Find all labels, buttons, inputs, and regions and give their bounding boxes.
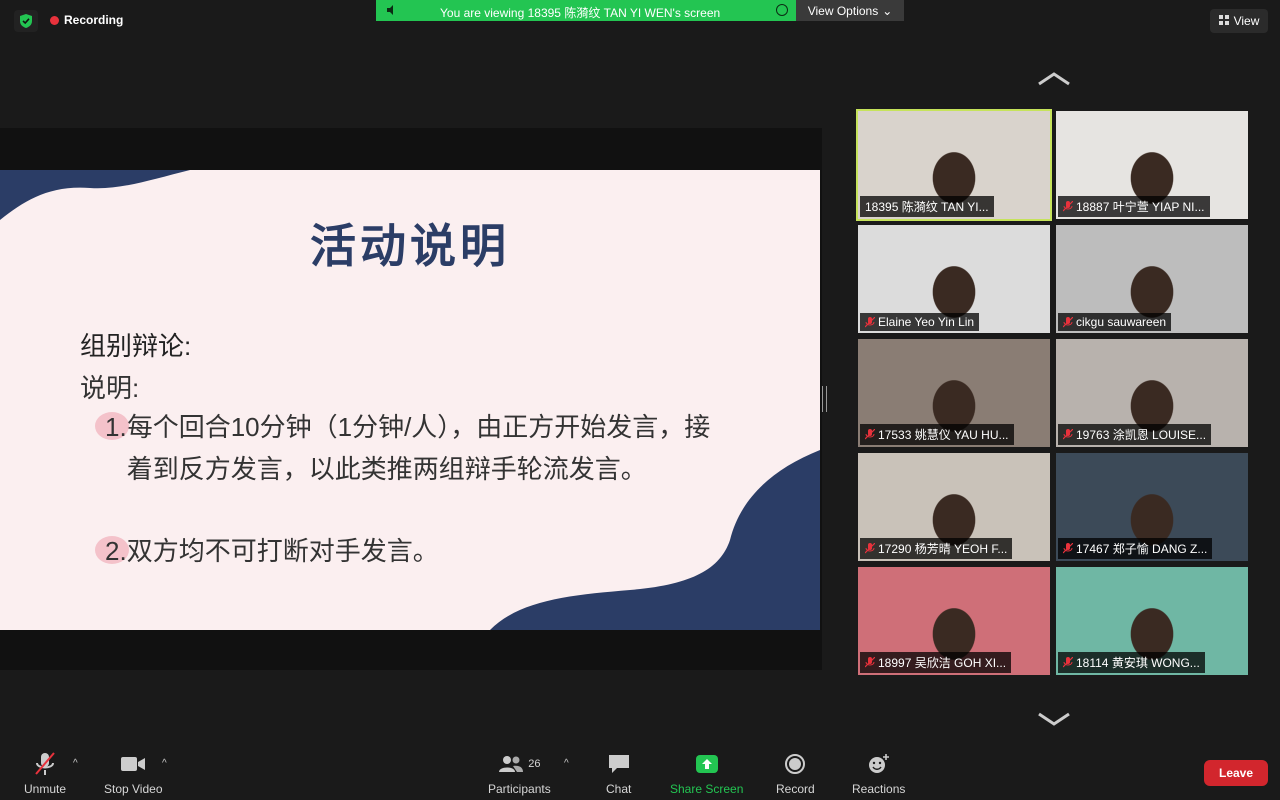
annotate-circle-icon[interactable] bbox=[776, 4, 788, 16]
list-text: 双方均不可打断对手发言。 bbox=[126, 536, 439, 566]
participant-name-label: 17290 杨芳晴 YEOH F... bbox=[860, 538, 1013, 559]
video-camera-icon bbox=[120, 750, 146, 778]
shared-screen: 活动说明 组别辩论: 说明: 1.每个回合10分钟（1分钟/人），由正方开始发言… bbox=[0, 128, 822, 670]
muted-microphone-icon bbox=[865, 429, 875, 440]
slide-title: 活动说明 bbox=[310, 219, 510, 273]
participant-video-tile[interactable]: 17290 杨芳晴 YEOH F... bbox=[858, 453, 1050, 561]
share-screen-label: Share Screen bbox=[670, 782, 744, 796]
participant-name: 17290 杨芳晴 YEOH F... bbox=[878, 542, 1008, 556]
muted-microphone-icon bbox=[1063, 543, 1073, 554]
view-options-label: View Options bbox=[807, 3, 879, 18]
participant-name: 18997 吴欣洁 GOH XI... bbox=[878, 656, 1007, 670]
muted-microphone-icon bbox=[1063, 429, 1073, 440]
participant-name: cikgu sauwareen bbox=[1076, 315, 1167, 329]
participant-name: 19763 涂凯恩 LOUISE... bbox=[1076, 428, 1207, 442]
participant-video-tile[interactable]: 18114 黄安琪 WONG... bbox=[1056, 567, 1248, 675]
participant-video-tile[interactable]: 17533 姚慧仪 YAU HU... bbox=[858, 339, 1050, 447]
chat-label: Chat bbox=[606, 782, 632, 796]
share-screen-icon bbox=[695, 750, 719, 778]
participant-name: Elaine Yeo Yin Lin bbox=[878, 315, 975, 329]
participant-name-label: Elaine Yeo Yin Lin bbox=[860, 313, 980, 331]
grid-view-icon bbox=[1218, 14, 1229, 28]
recording-dot-icon bbox=[50, 15, 59, 25]
participant-name: 18395 陈漪纹 TAN YI... bbox=[865, 200, 989, 214]
participant-video-tile[interactable]: 18887 叶宁萱 YIAP NI... bbox=[1056, 111, 1248, 219]
chevron-down-icon: ⌄ bbox=[882, 3, 893, 18]
top-bar: Recording You are viewing 18395 陈漪纹 TAN … bbox=[0, 0, 1280, 42]
participant-name-label: 17467 郑子愉 DANG Z... bbox=[1058, 538, 1213, 559]
participant-video-tile[interactable]: 19763 涂凯恩 LOUISE... bbox=[1056, 339, 1248, 447]
participant-video-tile[interactable]: Elaine Yeo Yin Lin bbox=[858, 225, 1050, 333]
participants-icon bbox=[499, 756, 524, 772]
participant-name-label: 18395 陈漪纹 TAN YI... bbox=[860, 196, 994, 217]
slide-list-item: 1.每个回合10分钟（1分钟/人），由正方开始发言，接着到反方发言，以此类推两组… bbox=[95, 406, 727, 490]
muted-microphone-icon bbox=[865, 316, 875, 327]
participants-options-caret-icon[interactable]: ^ bbox=[564, 758, 569, 769]
participant-name-label: 18114 黄安琪 WONG... bbox=[1058, 652, 1205, 673]
chat-button[interactable]: Chat bbox=[606, 750, 631, 796]
view-options-button[interactable]: View Options ⌄ bbox=[796, 0, 904, 21]
participants-button[interactable]: 26 Participants bbox=[488, 750, 551, 796]
list-number: 2. bbox=[105, 536, 127, 566]
leave-button[interactable]: Leave bbox=[1204, 760, 1268, 786]
muted-microphone-icon bbox=[865, 543, 875, 554]
muted-microphone-icon bbox=[33, 750, 57, 778]
participant-name-label: 18997 吴欣洁 GOH XI... bbox=[860, 652, 1012, 673]
slide-list-item: 2.双方均不可打断对手发言。 bbox=[95, 530, 727, 572]
record-icon bbox=[784, 750, 806, 778]
list-text: 每个回合10分钟（1分钟/人），由正方开始发言，接着到反方发言，以此类推两组辩手… bbox=[126, 412, 711, 484]
reactions-button[interactable]: Reactions bbox=[852, 750, 905, 796]
scroll-down-chevron-icon[interactable] bbox=[1037, 712, 1071, 726]
participant-name-label: 17533 姚慧仪 YAU HU... bbox=[860, 424, 1014, 445]
participant-name: 18887 叶宁萱 YIAP NI... bbox=[1076, 200, 1205, 214]
smiley-plus-icon bbox=[867, 750, 891, 778]
scroll-up-chevron-icon[interactable] bbox=[1037, 72, 1071, 86]
participant-name-label: 19763 涂凯恩 LOUISE... bbox=[1058, 424, 1212, 445]
participant-name: 18114 黄安琪 WONG... bbox=[1076, 656, 1200, 670]
security-shield-icon[interactable] bbox=[14, 10, 38, 32]
stop-video-button[interactable]: Stop Video bbox=[104, 750, 163, 796]
record-label: Record bbox=[776, 782, 815, 796]
list-number: 1. bbox=[105, 412, 127, 442]
recording-indicator[interactable]: Recording bbox=[50, 13, 123, 27]
video-options-caret-icon[interactable]: ^ bbox=[162, 758, 167, 769]
meeting-toolbar: Unmute ^ Stop Video ^ 26 Participants ^ … bbox=[0, 746, 1280, 800]
share-screen-button[interactable]: Share Screen bbox=[670, 750, 743, 796]
participant-name: 17467 郑子愉 DANG Z... bbox=[1076, 542, 1208, 556]
participant-name: 17533 姚慧仪 YAU HU... bbox=[878, 428, 1009, 442]
reactions-label: Reactions bbox=[852, 782, 906, 796]
participant-name-label: 18887 叶宁萱 YIAP NI... bbox=[1058, 196, 1210, 217]
participant-video-tile[interactable]: 17467 郑子愉 DANG Z... bbox=[1056, 453, 1248, 561]
participant-count: 26 bbox=[528, 758, 541, 770]
view-label: View bbox=[1233, 14, 1260, 28]
unmute-label: Unmute bbox=[24, 782, 67, 796]
chat-bubble-icon bbox=[607, 750, 631, 778]
participant-video-tile[interactable]: cikgu sauwareen bbox=[1056, 225, 1248, 333]
viewing-banner-text: You are viewing 18395 陈漪纹 TAN YI WEN's s… bbox=[440, 6, 721, 20]
panel-resize-handle[interactable] bbox=[822, 386, 827, 412]
presentation-slide: 活动说明 组别辩论: 说明: 1.每个回合10分钟（1分钟/人），由正方开始发言… bbox=[0, 170, 820, 630]
participants-label: Participants bbox=[488, 782, 551, 796]
muted-microphone-icon bbox=[1063, 316, 1073, 327]
speaker-icon[interactable] bbox=[386, 4, 398, 19]
view-button[interactable]: View bbox=[1210, 9, 1268, 33]
participant-name-label: cikgu sauwareen bbox=[1058, 313, 1172, 331]
audio-options-caret-icon[interactable]: ^ bbox=[73, 758, 78, 769]
viewing-banner: You are viewing 18395 陈漪纹 TAN YI WEN's s… bbox=[376, 0, 796, 21]
record-button[interactable]: Record bbox=[776, 750, 815, 796]
participant-video-tile[interactable]: 18997 吴欣洁 GOH XI... bbox=[858, 567, 1050, 675]
participant-video-tile[interactable]: 18395 陈漪纹 TAN YI... bbox=[856, 109, 1052, 221]
slide-heading: 组别辩论: bbox=[80, 331, 192, 361]
muted-microphone-icon bbox=[1063, 201, 1073, 212]
stop-video-label: Stop Video bbox=[104, 782, 163, 796]
recording-label: Recording bbox=[64, 13, 124, 27]
muted-microphone-icon bbox=[865, 657, 875, 668]
slide-subheading: 说明: bbox=[80, 373, 140, 403]
unmute-button[interactable]: Unmute bbox=[24, 750, 66, 796]
muted-microphone-icon bbox=[1063, 657, 1073, 668]
